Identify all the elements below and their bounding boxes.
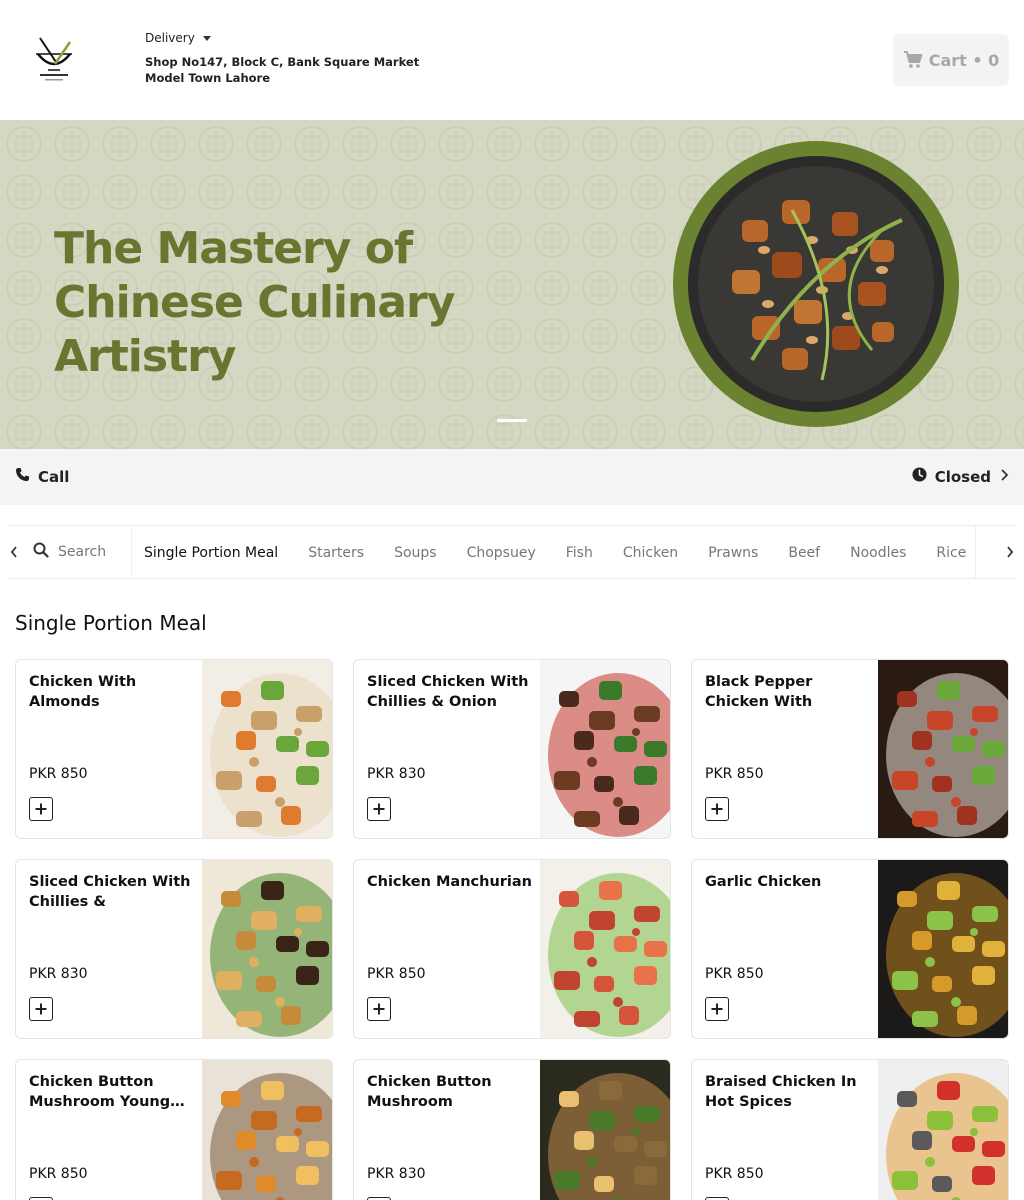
- menu-item-name: Chicken Button Mushroom Young…: [29, 1074, 185, 1110]
- plus-icon: [373, 803, 385, 815]
- cart-button[interactable]: Cart • 0: [893, 34, 1009, 86]
- menu-item-image: [878, 1060, 1008, 1200]
- menu-item-price: PKR 830: [29, 966, 88, 982]
- divider: [131, 530, 132, 576]
- call-button[interactable]: Call: [15, 467, 69, 486]
- menu-item-name: Chicken Button Mushroom: [367, 1074, 492, 1110]
- promo-banner[interactable]: The Mastery of Chinese Culinary Artistry: [0, 120, 1024, 449]
- add-to-cart-button[interactable]: [367, 997, 391, 1021]
- menu-item-price: PKR 850: [29, 766, 88, 782]
- menu-item-price: PKR 850: [29, 1166, 88, 1182]
- menu-item-name: Sliced Chicken With Chillies & Onion: [367, 674, 529, 710]
- tab-single-portion-meal[interactable]: Single Portion Meal: [144, 526, 278, 578]
- divider: [975, 526, 1001, 578]
- menu-item-name: Chicken With Almonds: [29, 674, 137, 710]
- menu-item-image: [540, 660, 670, 838]
- menu-item-card[interactable]: Braised Chicken In Hot Spices PKR 850: [691, 1059, 1009, 1200]
- add-to-cart-button[interactable]: [367, 797, 391, 821]
- chevron-right-icon: [999, 468, 1009, 486]
- tab-prawns[interactable]: Prawns: [708, 526, 758, 578]
- plus-icon: [35, 803, 47, 815]
- section-title: Single Portion Meal: [15, 611, 207, 635]
- category-tabs: Single Portion Meal Starters Soups Chopsuey…: [144, 526, 996, 578]
- menu-item-card[interactable]: Sliced Chicken With Chillies & Vegetable…: [15, 859, 333, 1039]
- tab-beef[interactable]: Beef: [788, 526, 820, 578]
- chevron-left-icon[interactable]: [9, 543, 19, 561]
- menu-item-card[interactable]: Chicken Button Mushroom PKR 830: [353, 1059, 671, 1200]
- menu-item-image: [202, 1060, 332, 1200]
- plus-icon: [373, 1003, 385, 1015]
- tab-chicken[interactable]: Chicken: [623, 526, 678, 578]
- search-placeholder: Search: [58, 544, 107, 560]
- banner-headline: The Mastery of Chinese Culinary Artistry: [54, 223, 455, 382]
- add-to-cart-button[interactable]: [705, 797, 729, 821]
- tab-rice[interactable]: Rice: [936, 526, 966, 578]
- tab-noodles[interactable]: Noodles: [850, 526, 906, 578]
- menu-item-name: Chicken Manchurian: [367, 874, 532, 890]
- clock-icon: [912, 467, 927, 486]
- chevron-right-icon[interactable]: [1005, 543, 1015, 561]
- menu-item-card[interactable]: Black Pepper Chicken With Chillies & Oni…: [691, 659, 1009, 839]
- add-to-cart-button[interactable]: [705, 997, 729, 1021]
- menu-item-image: [202, 860, 332, 1038]
- dish-image: [673, 141, 959, 427]
- add-to-cart-button[interactable]: [29, 997, 53, 1021]
- status-label: Closed: [934, 467, 991, 486]
- menu-item-name: Black Pepper Chicken With Chillies & Oni…: [705, 674, 813, 710]
- search-input[interactable]: Search: [33, 542, 106, 562]
- header: Delivery Shop No147, Block C, Bank Squar…: [0, 0, 1024, 120]
- menu-item-price: PKR 830: [367, 1166, 426, 1182]
- phone-icon: [15, 467, 30, 486]
- menu-item-name: Sliced Chicken With Chillies & Vegetable…: [29, 874, 191, 910]
- menu-item-name: Garlic Chicken: [705, 874, 822, 890]
- delivery-mode-selector[interactable]: Delivery: [145, 31, 211, 45]
- menu-item-image: [878, 660, 1008, 838]
- plus-icon: [711, 803, 723, 815]
- add-to-cart-button[interactable]: [29, 797, 53, 821]
- menu-item-price: PKR 830: [367, 766, 426, 782]
- info-bar: Call Closed: [0, 449, 1024, 505]
- menu-item-name: Braised Chicken In Hot Spices: [705, 1074, 857, 1110]
- cart-label: Cart • 0: [928, 50, 1000, 70]
- delivery-mode-label: Delivery: [145, 31, 195, 45]
- menu-item-card[interactable]: Chicken With Almonds PKR 850: [15, 659, 333, 839]
- carousel-indicator[interactable]: [497, 419, 527, 422]
- tab-soups[interactable]: Soups: [394, 526, 437, 578]
- menu-item-price: PKR 850: [705, 1166, 764, 1182]
- menu-item-price: PKR 850: [705, 966, 764, 982]
- menu-item-image: [540, 1060, 670, 1200]
- menu-item-image: [878, 860, 1008, 1038]
- tab-starters[interactable]: Starters: [308, 526, 364, 578]
- opening-hours-button[interactable]: Closed: [912, 467, 1009, 486]
- plus-icon: [35, 1003, 47, 1015]
- delivery-address[interactable]: Shop No147, Block C, Bank Square Market …: [145, 54, 445, 86]
- menu-item-price: PKR 850: [367, 966, 426, 982]
- menu-item-card[interactable]: Chicken Manchurian PKR 850: [353, 859, 671, 1039]
- call-label: Call: [38, 467, 70, 486]
- tab-chopsuey[interactable]: Chopsuey: [467, 526, 536, 578]
- plus-icon: [711, 1003, 723, 1015]
- chevron-down-icon: [202, 36, 211, 41]
- restaurant-logo[interactable]: [30, 34, 78, 86]
- menu-item-card[interactable]: Garlic Chicken PKR 850: [691, 859, 1009, 1039]
- menu-item-card[interactable]: Chicken Button Mushroom Young… PKR 850: [15, 1059, 333, 1200]
- menu-item-price: PKR 850: [705, 766, 764, 782]
- menu-item-card[interactable]: Sliced Chicken With Chillies & Onion PKR …: [353, 659, 671, 839]
- search-icon: [33, 542, 49, 562]
- category-nav: Search Single Portion Meal Starters Soups C…: [9, 525, 1015, 579]
- menu-item-image: [540, 860, 670, 1038]
- tab-fish[interactable]: Fish: [566, 526, 593, 578]
- menu-item-image: [202, 660, 332, 838]
- cart-icon: [903, 51, 923, 69]
